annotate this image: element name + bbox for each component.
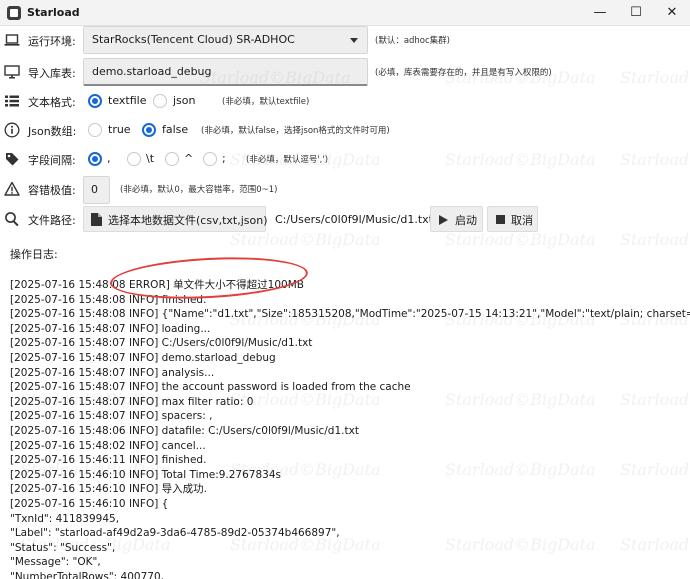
minimize-button[interactable]: — <box>582 0 618 26</box>
format-radio-textfile[interactable] <box>88 94 102 108</box>
start-label: 启动 <box>455 214 477 227</box>
separator-radio-caret[interactable] <box>165 152 179 166</box>
file-icon <box>91 213 102 226</box>
separator-radio-tab[interactable] <box>127 152 141 166</box>
json-array-hint: (非必填，默认false，选择json格式的文件时可用) <box>201 126 390 136</box>
play-icon <box>439 215 448 225</box>
json-array-row: Json数组: true false (非必填，默认false，选择json格式… <box>0 116 690 144</box>
max-error-label: 容错极值: <box>28 184 76 197</box>
log-line: [2025-07-16 15:48:07 INFO] max filter ra… <box>10 395 254 408</box>
table-row: 导入库表: demo.starload_debug (必填，库表需要存在的，并且… <box>0 58 690 86</box>
file-path: C:/Users/c0l0f9l/Music/d1.txt <box>275 213 433 226</box>
json-array-label: Json数组: <box>28 125 77 138</box>
log-label: 操作日志: <box>10 248 58 261</box>
app-icon <box>7 6 21 20</box>
stop-icon <box>496 215 505 224</box>
max-error-row: 容错极值: 0 (非必填，默认0，最大容错率，范围0~1) <box>0 175 690 204</box>
env-hint: (默认：adhoc集群) <box>375 36 450 46</box>
log-line: [2025-07-16 15:48:07 INFO] loading... <box>10 322 211 335</box>
start-button[interactable]: 启动 <box>430 206 483 232</box>
cancel-label: 取消 <box>511 214 533 227</box>
json-array-radio-true[interactable] <box>88 123 102 137</box>
env-select[interactable]: StarRocks(Tencent Cloud) SR-ADHOC <box>83 26 368 54</box>
info-icon <box>4 122 20 138</box>
separator-option-caret[interactable]: ^ <box>184 152 193 165</box>
json-array-radio-false[interactable] <box>142 123 156 137</box>
choose-file-button[interactable]: 选择本地数据文件(csv,txt,json) <box>83 206 268 232</box>
search-icon <box>5 212 19 227</box>
separator-option-tab[interactable]: \t <box>146 152 154 165</box>
table-hint: (必填，库表需要存在的，并且是有写入权限的) <box>375 68 552 78</box>
json-array-option-true[interactable]: true <box>108 123 131 136</box>
chevron-down-icon <box>350 38 358 43</box>
cancel-button[interactable]: 取消 <box>487 206 538 232</box>
format-row: 文本格式: textfile json (非必填，默认textfile) <box>0 87 690 115</box>
laptop-icon <box>4 34 20 46</box>
env-label: 运行环境: <box>28 35 76 48</box>
separator-option-comma[interactable]: , <box>107 152 111 165</box>
max-error-input[interactable]: 0 <box>83 176 110 204</box>
table-label: 导入库表: <box>28 67 76 80</box>
log-line: "Status": "Success", <box>10 541 116 554</box>
separator-radio-comma[interactable] <box>88 152 102 166</box>
window-title: Starload <box>27 6 80 19</box>
warning-icon <box>4 181 20 196</box>
separator-label: 字段间隔: <box>28 154 76 167</box>
log-line: [2025-07-16 15:46:10 INFO] { <box>10 498 169 510</box>
monitor-icon <box>4 65 20 79</box>
tag-icon <box>6 153 19 166</box>
table-input[interactable]: demo.starload_debug <box>83 58 368 86</box>
log-line: [2025-07-16 15:48:06 INFO] datafile: C:/… <box>10 425 359 437</box>
format-hint: (非必填，默认textfile) <box>222 97 310 107</box>
format-option-textfile[interactable]: textfile <box>108 94 146 107</box>
max-error-hint: (非必填，默认0，最大容错率，范围0~1) <box>120 185 278 195</box>
format-label: 文本格式: <box>28 96 76 109</box>
file-label: 文件路径: <box>28 214 76 227</box>
log-line: [2025-07-16 15:48:08 INFO] {"Name":"d1.t… <box>10 308 690 321</box>
log-line: [2025-07-16 15:48:07 INFO] analysis... <box>10 366 215 379</box>
log-line: [2025-07-16 15:46:11 INFO] finished. <box>10 454 207 467</box>
close-button[interactable]: ✕ <box>654 0 690 26</box>
log-line: [2025-07-16 15:46:10 INFO] 导入成功. <box>10 483 207 496</box>
log-line: [2025-07-16 15:48:02 INFO] cancel... <box>10 439 206 452</box>
log-line: [2025-07-16 15:48:07 INFO] spacers: , <box>10 410 213 423</box>
env-row: 运行环境: StarRocks(Tencent Cloud) SR-ADHOC … <box>0 26 690 54</box>
log-line: "Label": "starload-af49d2a9-3da6-4785-89… <box>10 527 340 540</box>
list-icon <box>5 95 19 107</box>
log-line: "Message": "OK", <box>10 556 101 569</box>
choose-file-label: 选择本地数据文件(csv,txt,json) <box>108 214 268 227</box>
format-radio-json[interactable] <box>153 94 167 108</box>
log-line: [2025-07-16 15:46:10 INFO] Total Time:9.… <box>10 468 281 481</box>
separator-radio-semicolon[interactable] <box>203 152 217 166</box>
format-option-json[interactable]: json <box>173 94 196 107</box>
file-row: 文件路径: 选择本地数据文件(csv,txt,json) C:/Users/c0… <box>0 205 690 233</box>
json-array-option-false[interactable]: false <box>162 123 188 136</box>
separator-hint: (非必填，默认逗号',') <box>246 155 329 165</box>
env-select-value: StarRocks(Tencent Cloud) SR-ADHOC <box>92 33 295 46</box>
title-bar: Starload — ☐ ✕ <box>0 0 690 26</box>
maximize-button[interactable]: ☐ <box>618 0 654 26</box>
log-line: [2025-07-16 15:48:07 INFO] C:/Users/c0l0… <box>10 337 313 350</box>
separator-row: 字段间隔: , \t ^ ; (非必填，默认逗号',') <box>0 145 690 173</box>
log-line: "TxnId": 411839945, <box>10 512 120 525</box>
log-line: "NumberTotalRows": 400770, <box>10 571 164 579</box>
log-line: [2025-07-16 15:48:07 INFO] demo.starload… <box>10 352 276 364</box>
log-output[interactable]: [2025-07-16 15:48:08 ERROR] 单文件大小不得超过100… <box>0 268 690 579</box>
separator-option-semicolon[interactable]: ; <box>222 152 226 165</box>
log-line: [2025-07-16 15:48:07 INFO] the account p… <box>10 381 411 394</box>
